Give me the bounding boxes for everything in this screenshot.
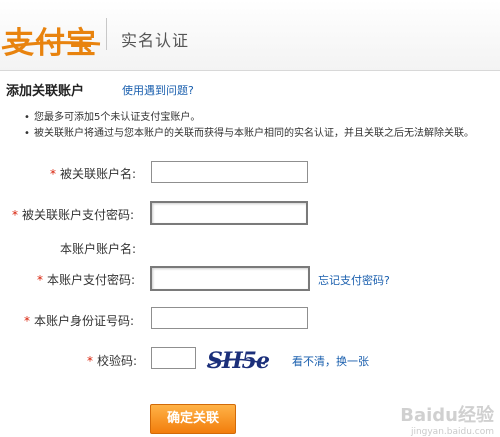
confirm-link-button[interactable]: 确定关联 bbox=[150, 404, 236, 434]
note-text: 被关联账户将通过与您本账户的关联而获得与本账户相同的实名认证，并且关联之后无法解… bbox=[34, 128, 474, 139]
notes-list: • 您最多可添加5个未认证支付宝账户。 • 被关联账户将通过与您本账户的关联而获得与… bbox=[24, 110, 474, 142]
linked-password-label: * 被关联账户支付密码: bbox=[12, 206, 134, 223]
this-password-input[interactable] bbox=[150, 266, 310, 291]
captcha-input[interactable] bbox=[151, 347, 196, 369]
this-account-label: 本账户账户名: bbox=[60, 240, 136, 257]
required-mark: * bbox=[50, 167, 56, 181]
captcha-label: * 校验码: bbox=[87, 352, 137, 369]
alipay-logo[interactable]: 支付宝 bbox=[0, 10, 104, 61]
bullet-icon: • bbox=[24, 112, 30, 123]
label-text: 被关联账户名: bbox=[60, 167, 137, 181]
linked-password-input[interactable] bbox=[150, 201, 308, 225]
label-text: 本账户支付密码: bbox=[47, 273, 136, 287]
logo-text: 支付宝 bbox=[4, 26, 97, 61]
section-title: 添加关联账户 bbox=[6, 84, 85, 99]
label-text: 校验码: bbox=[97, 354, 138, 368]
required-mark: * bbox=[24, 314, 30, 328]
required-mark: * bbox=[37, 273, 43, 287]
required-mark: * bbox=[12, 208, 18, 222]
this-password-label: * 本账户支付密码: bbox=[37, 271, 135, 288]
id-number-input[interactable] bbox=[151, 307, 308, 329]
linked-account-input[interactable] bbox=[151, 161, 308, 183]
note-item: • 被关联账户将通过与您本账户的关联而获得与本账户相同的实名认证，并且关联之后无法… bbox=[24, 126, 474, 142]
label-text: 本账户账户名: bbox=[60, 242, 137, 256]
captcha-image[interactable]: SH5e bbox=[203, 346, 273, 376]
bullet-icon: • bbox=[24, 128, 30, 139]
page-title: 实名认证 bbox=[121, 31, 190, 50]
captcha-text: SH5e bbox=[207, 348, 270, 374]
header-divider bbox=[106, 18, 107, 50]
required-mark: * bbox=[87, 354, 93, 368]
id-number-label: * 本账户身份证号码: bbox=[24, 312, 134, 329]
note-text: 您最多可添加5个未认证支付宝账户。 bbox=[34, 112, 201, 123]
note-item: • 您最多可添加5个未认证支付宝账户。 bbox=[24, 110, 474, 126]
baidu-watermark: Baidu经验 bbox=[400, 405, 494, 426]
linked-account-label: * 被关联账户名: bbox=[50, 165, 136, 182]
baidu-watermark-url: jingyan.baidu.com bbox=[410, 427, 494, 437]
page-header: 支付宝 实名认证 bbox=[0, 0, 500, 71]
refresh-captcha-link[interactable]: 看不清，换一张 bbox=[292, 353, 369, 369]
label-text: 本账户身份证号码: bbox=[34, 314, 135, 328]
label-text: 被关联账户支付密码: bbox=[22, 208, 135, 222]
forgot-password-link[interactable]: 忘记支付密码? bbox=[318, 272, 390, 288]
help-link[interactable]: 使用遇到问题? bbox=[122, 82, 194, 98]
